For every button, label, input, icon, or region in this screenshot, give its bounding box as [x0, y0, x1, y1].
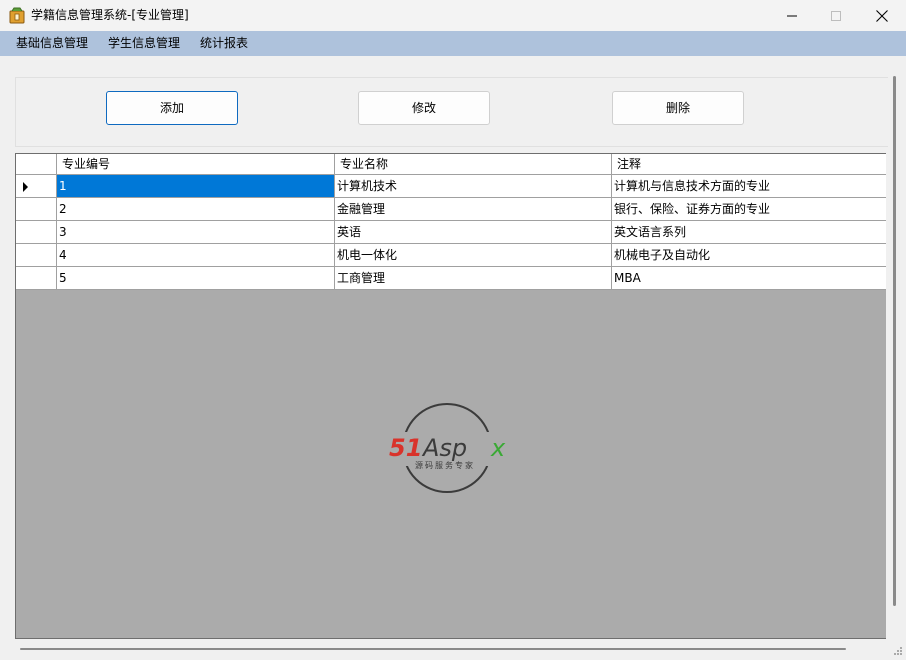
logo-x: x — [490, 434, 506, 462]
cell-id[interactable]: 1 — [57, 175, 335, 198]
cell-id[interactable]: 3 — [57, 221, 335, 244]
cell-id[interactable]: 2 — [57, 198, 335, 221]
minimize-button[interactable] — [769, 0, 815, 31]
close-icon — [876, 10, 888, 22]
row-header[interactable] — [16, 221, 57, 244]
cell-id[interactable]: 5 — [57, 267, 335, 290]
maximize-icon — [831, 11, 841, 21]
vertical-scrollbar[interactable] — [888, 56, 902, 640]
vertical-scroll-thumb[interactable] — [893, 76, 896, 606]
column-header-id[interactable]: 专业编号 — [57, 154, 335, 175]
cell-note[interactable]: 银行、保险、证券方面的专业 — [612, 198, 886, 221]
row-header[interactable] — [16, 198, 57, 221]
maximize-button[interactable] — [813, 0, 859, 31]
grid-corner-header[interactable] — [16, 154, 57, 175]
logo-tagline: 源码服务专家 — [415, 460, 475, 470]
cell-note[interactable]: 机械电子及自动化 — [612, 244, 886, 267]
cell-note[interactable]: 计算机与信息技术方面的专业 — [612, 175, 886, 198]
column-header-note[interactable]: 注释 — [612, 154, 886, 175]
minimize-icon — [787, 15, 797, 17]
add-button[interactable]: 添加 — [106, 91, 238, 125]
title-bar[interactable]: 学籍信息管理系统-[专业管理] — [0, 0, 906, 31]
current-row-arrow-icon — [23, 182, 28, 192]
resize-grip-icon[interactable] — [893, 646, 903, 656]
menu-basic-info[interactable]: 基础信息管理 — [16, 36, 88, 51]
window-title: 学籍信息管理系统-[专业管理] — [31, 8, 189, 22]
row-header[interactable] — [16, 175, 57, 198]
logo-word: Asp — [421, 434, 467, 462]
edit-button[interactable]: 修改 — [358, 91, 490, 125]
menu-student-info[interactable]: 学生信息管理 — [108, 36, 180, 51]
column-header-name[interactable]: 专业名称 — [335, 154, 612, 175]
major-data-grid[interactable]: 专业编号 专业名称 注释 1 计算机技术 计算机与信息技术方面的专业 2 金融管… — [15, 153, 886, 639]
row-header[interactable] — [16, 244, 57, 267]
app-package-icon — [9, 7, 25, 24]
cell-note[interactable]: MBA — [612, 267, 886, 290]
row-header[interactable] — [16, 267, 57, 290]
51aspx-watermark-logo: 51 Asp x 源码服务专家 — [387, 403, 513, 493]
menu-bar: 基础信息管理 学生信息管理 统计报表 — [0, 31, 906, 56]
cell-name[interactable]: 金融管理 — [335, 198, 612, 221]
cell-name[interactable]: 英语 — [335, 221, 612, 244]
cell-id[interactable]: 4 — [57, 244, 335, 267]
horizontal-scroll-thumb[interactable] — [20, 648, 846, 650]
logo-digits: 51 — [389, 434, 422, 462]
cell-name[interactable]: 工商管理 — [335, 267, 612, 290]
horizontal-scrollbar[interactable] — [0, 640, 888, 657]
menu-reports[interactable]: 统计报表 — [200, 36, 248, 51]
cell-note[interactable]: 英文语言系列 — [612, 221, 886, 244]
delete-button[interactable]: 删除 — [612, 91, 744, 125]
cell-name[interactable]: 计算机技术 — [335, 175, 612, 198]
close-button[interactable] — [859, 0, 905, 31]
cell-name[interactable]: 机电一体化 — [335, 244, 612, 267]
